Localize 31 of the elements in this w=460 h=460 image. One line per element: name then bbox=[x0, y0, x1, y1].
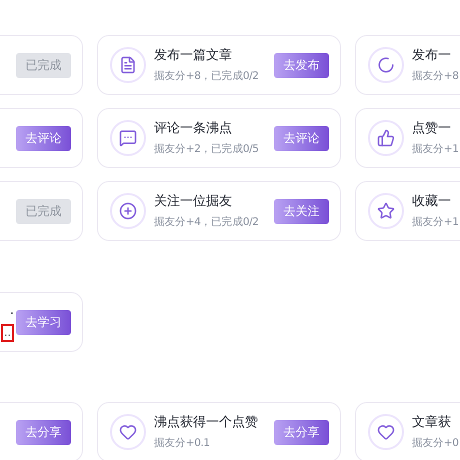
task-reward: 掘友分+8 bbox=[412, 68, 458, 82]
task-button[interactable]: 去评论 bbox=[274, 126, 329, 150]
task-reward: 掘友分+0.1 bbox=[154, 436, 210, 450]
task-title: . bbox=[10, 302, 14, 318]
loading-icon bbox=[368, 47, 404, 83]
task-button[interactable]: 去学习 bbox=[16, 310, 71, 334]
task-button[interactable]: 已完成 bbox=[16, 198, 71, 224]
task-button[interactable]: 去评论 bbox=[16, 126, 71, 150]
task-button[interactable]: 已完成 bbox=[16, 52, 71, 78]
task-reward: 掘友分+4，已完成0/2 bbox=[154, 214, 259, 228]
task-title: 评论一条沸点 bbox=[154, 120, 232, 136]
task-button[interactable]: 去发布 bbox=[274, 52, 329, 78]
task-reward: 掘友分+1 bbox=[412, 142, 458, 156]
document-icon bbox=[110, 47, 146, 83]
task-title: 文章获 bbox=[412, 414, 451, 430]
task-reward: 掘友分+0 bbox=[412, 436, 458, 450]
task-title: 点赞一 bbox=[412, 120, 451, 136]
thumbs-up-icon bbox=[368, 120, 404, 156]
task-reward: 掘友分+8，已完成0/2 bbox=[154, 68, 259, 82]
task-reward: 掘友分+1 bbox=[412, 214, 458, 228]
chat-bubble-icon bbox=[110, 120, 146, 156]
task-reward: 掘友分+2，已完成0/5 bbox=[154, 142, 259, 156]
task-button[interactable]: 去分享 bbox=[16, 420, 71, 444]
highlight-box: .. bbox=[1, 324, 14, 342]
task-button[interactable]: 去分享 bbox=[274, 420, 329, 444]
task-title: 发布一 bbox=[412, 48, 451, 64]
task-title: 关注一位掘友 bbox=[154, 194, 232, 210]
task-button[interactable]: 去关注 bbox=[274, 198, 329, 224]
task-title: 收藏一 bbox=[412, 194, 451, 210]
task-title: 发布一篇文章 bbox=[154, 48, 232, 64]
task-title: 沸点获得一个点赞 bbox=[154, 414, 258, 430]
